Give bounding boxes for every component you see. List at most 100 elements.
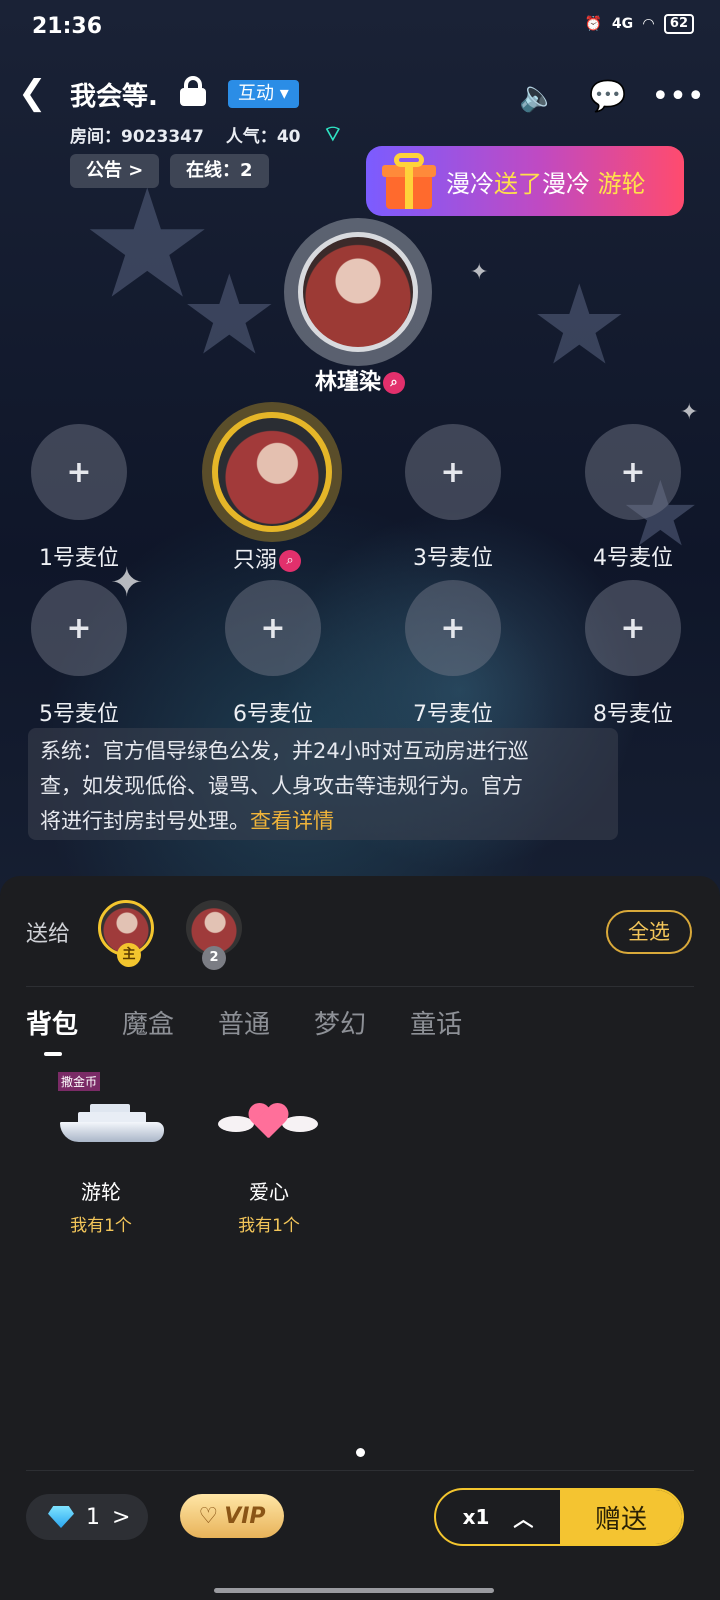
room-mode-dropdown[interactable]: 互动 ▾ xyxy=(228,80,299,108)
host-name-row: 林瑾染 ⌕ xyxy=(0,364,720,396)
gift-tag: 撒金币 xyxy=(58,1072,101,1091)
status-icons: ⏰ 4G ◠ 62 xyxy=(584,14,694,34)
mic-seat-2[interactable]: 只溺 ⌕ xyxy=(202,402,342,574)
recipient-avatar-2[interactable]: 2 xyxy=(186,900,242,970)
diamond-count: 1 xyxy=(86,1504,100,1530)
plus-icon: + xyxy=(31,424,127,520)
tab-fairy-tale[interactable]: 童话 xyxy=(410,1004,462,1041)
seat-user-name: 只溺 xyxy=(232,548,277,573)
wifi-icon: ◠ xyxy=(643,16,654,32)
seat-label: 5号麦位 xyxy=(39,702,119,727)
banner-gift: 游轮 xyxy=(597,170,646,198)
room-info: 房间：9023347 人气：40 ⌔ xyxy=(70,120,343,148)
recipient-tag: 2 xyxy=(202,946,226,970)
recipient-avatar-host[interactable]: 主 xyxy=(98,900,154,967)
cruise-ship-icon: 撒金币 xyxy=(36,1072,166,1164)
mic-seat-8[interactable]: + 8号麦位 xyxy=(568,580,698,728)
online-count: 2 xyxy=(240,160,253,181)
quantity-value: x1 xyxy=(462,1505,490,1529)
sparkle-decoration: ✦ xyxy=(470,260,489,285)
plus-icon: + xyxy=(405,580,501,676)
plus-icon: + xyxy=(405,424,501,520)
banner-sender: 漫冷 xyxy=(446,170,494,198)
mic-seat-3[interactable]: + 3号麦位 xyxy=(388,424,518,572)
system-notice: 系统：官方倡导绿色公发，并24小时对互动房进行巡 查，如发现低俗、谩骂、人身攻击… xyxy=(28,728,618,840)
star-decoration: ★ xyxy=(180,251,279,379)
diamond-icon xyxy=(48,1506,74,1528)
online-label: 在线： xyxy=(186,160,240,181)
host-avatar xyxy=(298,232,418,352)
mic-seat-5[interactable]: + 5号麦位 xyxy=(14,580,144,728)
chat-bubble-icon[interactable]: 💬 xyxy=(586,74,630,118)
gift-item-heart[interactable]: 爱心 我有1个 xyxy=(204,1072,334,1236)
plus-icon: + xyxy=(225,580,321,676)
mic-seat-4[interactable]: + 4号麦位 xyxy=(568,424,698,572)
banner-receiver: 漫冷 xyxy=(542,170,590,198)
chevron-right-icon: > xyxy=(112,1504,131,1530)
notice-label: 公告 xyxy=(86,160,122,181)
plus-icon: + xyxy=(585,580,681,676)
vip-label: VIP xyxy=(224,1503,266,1529)
send-control: x1 ︿ 赠送 xyxy=(434,1488,684,1546)
mic-seat-7[interactable]: + 7号麦位 xyxy=(388,580,518,728)
tab-normal[interactable]: 普通 xyxy=(218,1004,270,1041)
plus-icon: + xyxy=(31,580,127,676)
search-badge-icon: ⌕ xyxy=(279,550,301,572)
back-arrow-icon[interactable]: ❮ xyxy=(18,76,47,110)
divider xyxy=(26,1470,694,1471)
banner-action: 送了 xyxy=(494,170,542,198)
view-details-link[interactable]: 查看详情 xyxy=(250,809,334,833)
seat-label: 3号麦位 xyxy=(413,546,493,571)
tab-fantasy[interactable]: 梦幻 xyxy=(314,1004,366,1041)
quantity-selector[interactable]: x1 ︿ xyxy=(436,1490,560,1544)
room-title: 我会等. xyxy=(70,82,158,112)
notice-line: 系统：官方倡导绿色公发，并24小时对互动房进行巡 xyxy=(40,739,529,763)
select-all-button[interactable]: 全选 xyxy=(606,910,692,954)
network-label: 4G xyxy=(611,16,634,32)
wifi-signal-icon: ⌔ xyxy=(322,122,344,147)
chevron-up-icon: ︿ xyxy=(513,1506,534,1531)
room-mode-label: 互动 xyxy=(238,83,274,104)
heart-icon xyxy=(204,1072,334,1164)
tab-backpack[interactable]: 背包 xyxy=(26,1004,78,1041)
notice-line: 查，如发现低俗、谩骂、人身攻击等违规行为。官方 xyxy=(40,774,523,798)
search-badge-icon: ⌕ xyxy=(383,372,405,394)
send-gift-button[interactable]: 赠送 xyxy=(560,1490,682,1544)
seat-label: 4号麦位 xyxy=(593,546,673,571)
notice-button[interactable]: 公告 > xyxy=(70,154,160,188)
gift-item-cruise[interactable]: 撒金币 游轮 我有1个 xyxy=(36,1072,166,1236)
room-id-label: 房间： xyxy=(70,126,121,147)
gift-owned: 我有1个 xyxy=(238,1216,300,1236)
tab-indicator xyxy=(44,1052,62,1056)
lock-icon xyxy=(180,76,206,106)
home-indicator xyxy=(214,1588,494,1593)
recipient-tag: 主 xyxy=(117,943,141,967)
speaker-icon[interactable]: 🔈 xyxy=(516,74,560,118)
popularity-label: 人气： xyxy=(225,126,277,147)
page-indicator-dot xyxy=(356,1448,365,1457)
seat-avatar xyxy=(212,412,332,532)
seat-avatar-ring xyxy=(202,402,342,542)
seat-label: 8号麦位 xyxy=(593,702,673,727)
sparkle-decoration: ✦ xyxy=(680,400,699,425)
battery-icon: 62 xyxy=(663,14,694,34)
more-icon[interactable]: ••• xyxy=(651,74,704,118)
tab-magic-box[interactable]: 魔盒 xyxy=(122,1004,174,1041)
mic-seat-6[interactable]: + 6号麦位 xyxy=(208,580,338,728)
mic-seat-1[interactable]: + 1号麦位 xyxy=(14,424,144,572)
send-to-label: 送给 xyxy=(26,922,71,947)
gift-name: 爱心 xyxy=(249,1180,289,1204)
diamond-balance-button[interactable]: 1 > xyxy=(26,1494,148,1540)
gift-box-icon xyxy=(380,151,438,211)
online-count-button[interactable]: 在线：2 xyxy=(170,154,269,188)
vip-button[interactable]: ♡ VIP xyxy=(180,1494,284,1538)
popularity-value: 40 xyxy=(276,126,301,147)
vip-heart-icon: ♡ xyxy=(198,1503,219,1529)
gift-bottom-bar: 1 > ♡ VIP x1 ︿ 赠送 xyxy=(0,1480,720,1570)
room-id: 9023347 xyxy=(121,126,204,147)
notice-line: 将进行封房封号处理。 xyxy=(40,809,250,833)
host-name: 林瑾染 xyxy=(314,370,381,395)
gift-tabs: 背包 魔盒 普通 梦幻 童话 xyxy=(26,1004,462,1041)
host-seat[interactable] xyxy=(284,218,432,366)
gift-panel: 送给 主 2 全选 背包 魔盒 普通 梦幻 童话 撒金币 游轮 我有1个 爱心 … xyxy=(0,876,720,1600)
